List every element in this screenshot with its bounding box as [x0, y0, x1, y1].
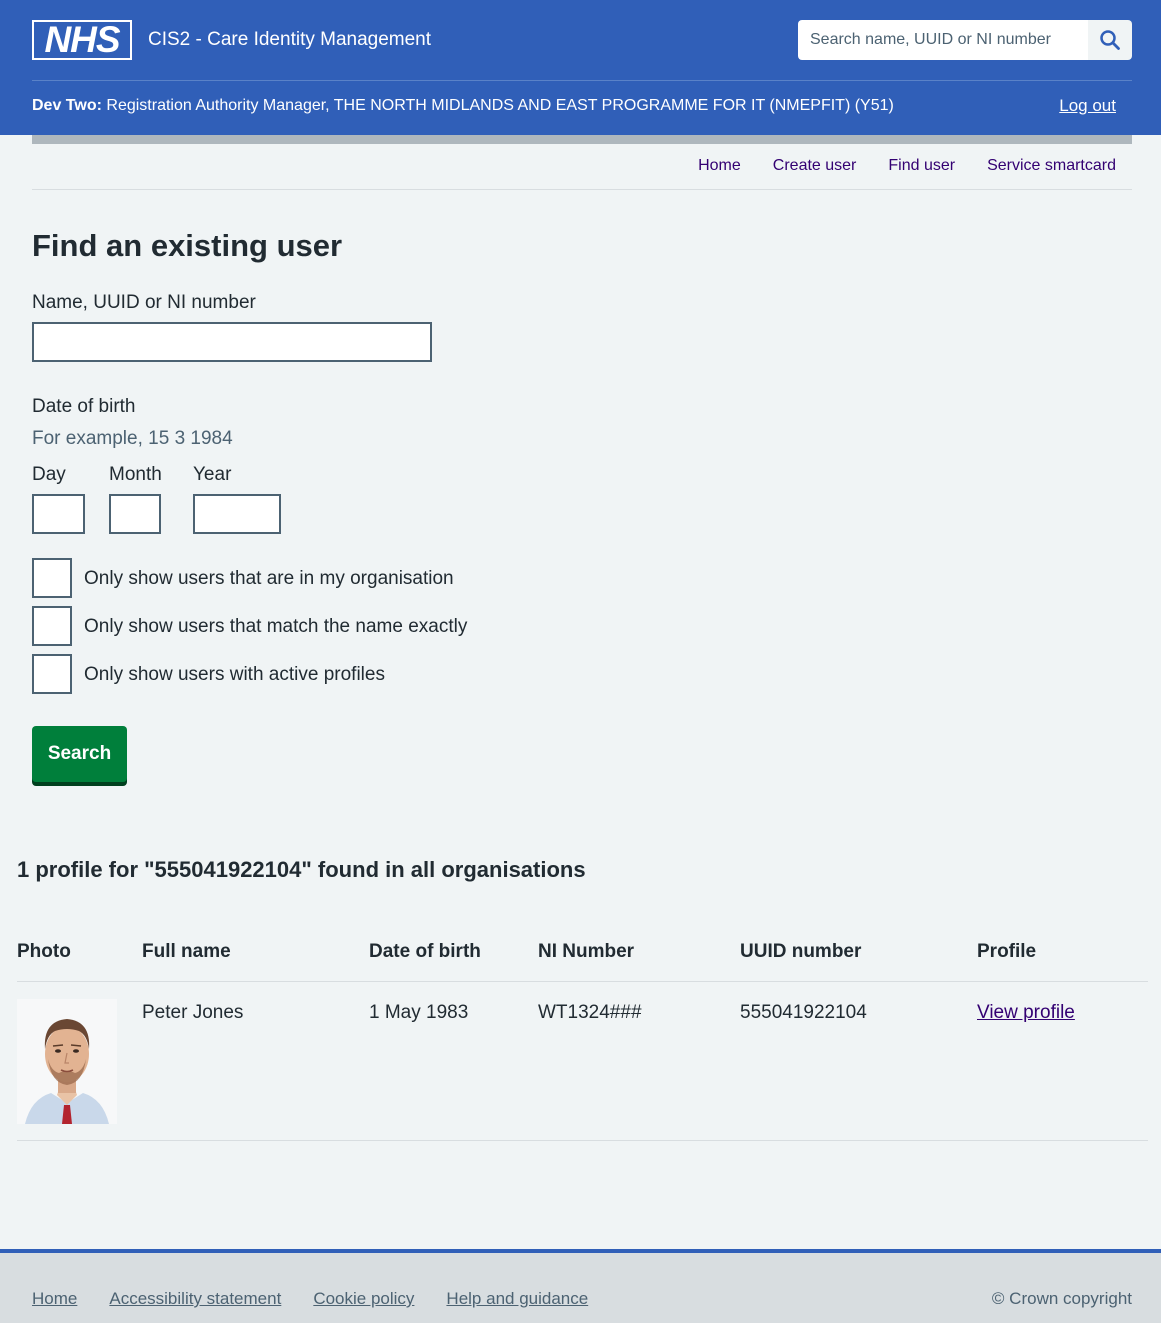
nav-item-find-user[interactable]: Find user	[888, 156, 955, 176]
service-name[interactable]: CIS2 - Care Identity Management	[148, 28, 431, 52]
site-header: NHS CIS2 - Care Identity Management Dev …	[0, 0, 1161, 135]
primary-nav: Home Create user Find user Service smart…	[698, 156, 1116, 176]
column-header-photo: Photo	[17, 941, 71, 962]
nav-item-create-user[interactable]: Create user	[773, 156, 857, 176]
dob-label: Date of birth	[32, 396, 136, 417]
nav-divider	[32, 189, 1132, 190]
logout-link[interactable]: Log out	[1059, 96, 1116, 116]
cell-ni-number: WT1324###	[538, 1002, 642, 1023]
footer-link-accessibility[interactable]: Accessibility statement	[109, 1287, 281, 1311]
table-header-divider	[17, 981, 1148, 982]
nhs-logo-text: NHS	[34, 21, 130, 58]
user-photo	[17, 999, 117, 1124]
copyright: © Crown copyright	[991, 1289, 1132, 1308]
column-header-ni-number: NI Number	[538, 941, 635, 962]
cell-uuid: 555041922104	[740, 1002, 867, 1023]
nav-top-bar	[32, 135, 1132, 144]
page-title: Find an existing user	[32, 228, 343, 263]
header-divider	[32, 80, 1132, 81]
search-icon	[1100, 30, 1120, 50]
dob-hint: For example, 15 3 1984	[32, 428, 233, 449]
nhs-logo[interactable]: NHS	[32, 20, 132, 60]
day-label: Day	[32, 464, 66, 485]
footer-link-help[interactable]: Help and guidance	[446, 1287, 588, 1311]
column-header-uuid: UUID number	[740, 941, 862, 962]
cell-dob: 1 May 1983	[369, 1002, 469, 1023]
checkbox-my-organisation[interactable]	[32, 558, 72, 598]
user-photo-icon	[17, 999, 117, 1124]
header-search	[798, 20, 1132, 60]
nav-item-home[interactable]: Home	[698, 156, 741, 176]
header-search-button[interactable]	[1088, 20, 1132, 60]
checkbox-exact-name[interactable]	[32, 606, 72, 646]
table-row-divider	[17, 1140, 1148, 1141]
account-role: Registration Authority Manager, THE NORT…	[106, 97, 894, 114]
name-uuid-ni-input[interactable]	[32, 322, 432, 362]
cell-full-name: Peter Jones	[142, 1002, 244, 1023]
footer-links: Home Accessibility statement Cookie poli…	[32, 1287, 588, 1311]
dob-day-input[interactable]	[32, 494, 85, 534]
footer-link-home[interactable]: Home	[32, 1287, 77, 1311]
footer-link-cookie-policy[interactable]: Cookie policy	[313, 1287, 414, 1311]
checkbox-my-organisation-label[interactable]: Only show users that are in my organisat…	[84, 567, 454, 591]
dob-year-input[interactable]	[193, 494, 281, 534]
column-header-dob: Date of birth	[369, 941, 481, 962]
checkbox-active-profiles[interactable]	[32, 654, 72, 694]
search-button[interactable]: Search	[32, 726, 127, 782]
view-profile-link[interactable]: View profile	[977, 1001, 1075, 1025]
checkbox-exact-name-label[interactable]: Only show users that match the name exac…	[84, 615, 467, 639]
account-info: Dev Two: Registration Authority Manager,…	[32, 96, 894, 116]
results-heading: 1 profile for "555041922104" found in al…	[17, 857, 586, 882]
month-label: Month	[109, 464, 162, 485]
site-footer: Home Accessibility statement Cookie poli…	[0, 1249, 1161, 1323]
year-label: Year	[193, 464, 232, 485]
column-header-full-name: Full name	[142, 941, 231, 962]
nav-item-service-smartcard[interactable]: Service smartcard	[987, 156, 1116, 176]
header-search-input[interactable]	[798, 20, 1088, 60]
name-field-label: Name, UUID or NI number	[32, 292, 256, 313]
account-user-name: Dev Two:	[32, 97, 102, 114]
column-header-profile: Profile	[977, 941, 1037, 962]
checkbox-active-profiles-label[interactable]: Only show users with active profiles	[84, 663, 385, 687]
dob-month-input[interactable]	[109, 494, 161, 534]
